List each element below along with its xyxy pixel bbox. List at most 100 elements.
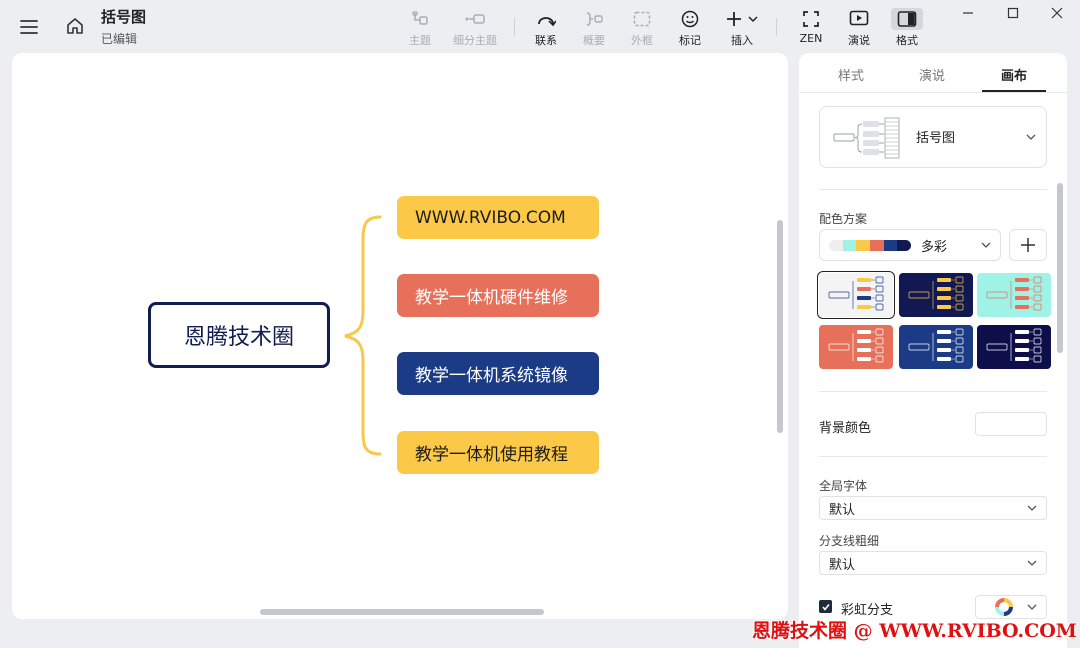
- summary-button[interactable]: 概要: [571, 8, 617, 48]
- home-icon[interactable]: [64, 15, 86, 37]
- panel-icon: [891, 8, 923, 30]
- color-scheme-label: 配色方案: [819, 212, 868, 226]
- theme-preview-icon: [908, 328, 964, 363]
- insert-label: 插入: [731, 34, 753, 47]
- chevron-down-icon: [1027, 560, 1037, 566]
- maximize-icon: [1007, 7, 1019, 19]
- tab-style[interactable]: 样式: [838, 65, 864, 84]
- global-font-select[interactable]: 默认: [819, 496, 1047, 520]
- chevron-down-icon: [981, 242, 991, 248]
- tabs-divider: [799, 92, 1067, 93]
- topic-button[interactable]: 主题: [397, 8, 443, 48]
- subtopic-label: 细分主题: [453, 34, 497, 47]
- panel-tabs: 样式 演说 画布: [799, 53, 1067, 93]
- section-divider: [819, 391, 1047, 392]
- plus-icon: [1021, 238, 1035, 252]
- branch-topic[interactable]: 教学一体机系统镜像: [397, 352, 599, 395]
- theme-preview-icon: [908, 276, 964, 311]
- topic-icon: [411, 8, 429, 30]
- format-label: 格式: [896, 34, 918, 47]
- color-swatch: [870, 239, 884, 251]
- color-swatch: [897, 239, 911, 251]
- minimize-icon: [963, 12, 973, 14]
- global-font-label: 全局字体: [819, 479, 868, 493]
- add-color-scheme-button[interactable]: [1009, 229, 1047, 261]
- relation-button[interactable]: 联系: [523, 8, 569, 48]
- color-scheme-name: 多彩: [921, 239, 948, 255]
- present-label: 演说: [848, 34, 870, 47]
- theme-preview-icon: [986, 328, 1042, 363]
- play-icon: [849, 8, 869, 30]
- tab-present[interactable]: 演说: [919, 65, 945, 84]
- color-swatch: [829, 239, 843, 251]
- background-color-picker[interactable]: [975, 412, 1047, 436]
- subtopic-icon: [464, 8, 486, 30]
- zen-button[interactable]: ZEN: [788, 8, 834, 48]
- marker-button[interactable]: 标记: [667, 8, 713, 48]
- boundary-button[interactable]: 外框: [619, 8, 665, 48]
- format-panel: 样式 演说 画布 括号图 配色方案 多彩 背景颜色 全局字体 默认 分支线粗细 …: [799, 53, 1067, 648]
- present-button[interactable]: 演说: [836, 8, 882, 48]
- theme-thumbnail[interactable]: [899, 273, 973, 317]
- subtopic-button[interactable]: 细分主题: [452, 8, 498, 48]
- document-title[interactable]: 括号图: [101, 6, 146, 27]
- theme-preview-icon: [986, 276, 1042, 311]
- chevron-down-icon: [1027, 505, 1037, 511]
- topic-label: 主题: [409, 34, 431, 47]
- root-topic[interactable]: 恩腾技术圈: [148, 302, 330, 368]
- branch-width-value: 默认: [829, 557, 856, 573]
- theme-preview-icon: [828, 276, 884, 311]
- color-scheme-swatches: [829, 239, 911, 251]
- color-swatch: [856, 239, 871, 251]
- toolbar-divider: [514, 18, 515, 36]
- chevron-down-icon: [1026, 134, 1036, 140]
- theme-preview-icon: [828, 328, 884, 363]
- branch-width-label: 分支线粗细: [819, 534, 880, 548]
- section-divider: [819, 456, 1047, 457]
- boundary-icon: [633, 8, 651, 30]
- theme-thumbnail[interactable]: [899, 325, 973, 369]
- relation-label: 联系: [535, 34, 557, 47]
- global-font-value: 默认: [829, 502, 856, 518]
- background-color-label: 背景颜色: [819, 421, 872, 436]
- relation-icon: [536, 8, 556, 30]
- format-button[interactable]: 格式: [884, 8, 930, 48]
- maximize-button[interactable]: [1001, 4, 1025, 22]
- boundary-label: 外框: [631, 34, 653, 47]
- mindmap-canvas[interactable]: [12, 53, 788, 619]
- marker-label: 标记: [679, 34, 701, 47]
- color-swatch: [842, 239, 857, 251]
- plus-icon: [725, 8, 759, 30]
- structure-name: 括号图: [916, 131, 956, 146]
- canvas-horizontal-scrollbar[interactable]: [260, 609, 544, 615]
- color-scheme-select[interactable]: 多彩: [819, 229, 1001, 261]
- section-divider: [819, 189, 1047, 190]
- close-button[interactable]: [1045, 4, 1069, 22]
- theme-thumbnail[interactable]: [817, 271, 895, 319]
- fullscreen-icon: [802, 8, 820, 30]
- structure-select[interactable]: 括号图: [819, 106, 1047, 168]
- top-bar: 括号图 已编辑 主题 细分主题 联系 概要 外框 标记 插入 ZEN 演说 格式: [0, 0, 1080, 52]
- branch-topic[interactable]: WWW.RVIBO.COM: [397, 196, 599, 239]
- branch-topic[interactable]: 教学一体机使用教程: [397, 431, 599, 474]
- toolbar-divider: [776, 18, 777, 36]
- theme-thumbnail[interactable]: [977, 325, 1051, 369]
- theme-thumbnail[interactable]: [819, 325, 893, 369]
- rainbow-ring-icon: [995, 598, 1013, 616]
- rainbow-branch-checkbox[interactable]: [819, 600, 832, 613]
- canvas-vertical-scrollbar[interactable]: [777, 220, 783, 433]
- summary-label: 概要: [583, 34, 605, 47]
- tab-canvas[interactable]: 画布: [1001, 65, 1027, 84]
- insert-button[interactable]: 插入: [719, 8, 765, 48]
- branch-topic[interactable]: 教学一体机硬件维修: [397, 274, 599, 317]
- close-icon: [1051, 7, 1063, 19]
- menu-icon[interactable]: [18, 16, 40, 38]
- panel-scrollbar[interactable]: [1057, 183, 1063, 353]
- branch-width-select[interactable]: 默认: [819, 551, 1047, 575]
- summary-icon: [584, 8, 604, 30]
- chevron-down-icon: [1027, 604, 1037, 610]
- theme-thumbnail[interactable]: [977, 273, 1051, 317]
- checkmark-icon: [821, 603, 830, 611]
- minimize-button[interactable]: [956, 4, 980, 22]
- bracket-connector: [344, 215, 382, 456]
